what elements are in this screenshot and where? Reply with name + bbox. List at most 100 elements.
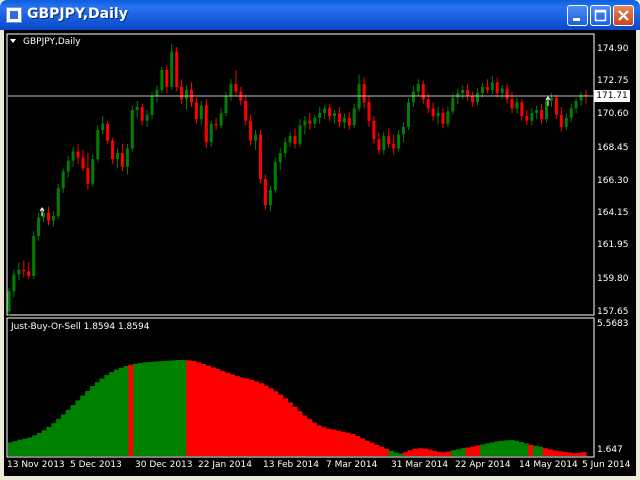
candle xyxy=(303,116,307,135)
candle-body xyxy=(155,90,159,97)
candle xyxy=(7,288,11,316)
candle-body xyxy=(288,136,292,143)
candle-body xyxy=(135,106,139,110)
candle xyxy=(293,128,297,149)
indicator-bar xyxy=(470,446,476,456)
price-tick-label: 164.15 xyxy=(597,208,629,218)
candle-body xyxy=(333,113,336,117)
candle-body xyxy=(199,105,203,120)
candle-body xyxy=(471,96,475,103)
candle xyxy=(495,77,499,98)
indicator-bar xyxy=(369,442,375,456)
candle xyxy=(540,103,544,124)
candle-body xyxy=(86,168,90,184)
candle xyxy=(510,91,514,114)
indicator-bar xyxy=(85,390,91,456)
candle xyxy=(130,105,134,152)
candle xyxy=(333,110,336,124)
indicator-bar xyxy=(321,427,327,456)
candle xyxy=(574,97,578,114)
indicator-bar xyxy=(51,423,57,456)
candle xyxy=(71,146,75,167)
candle-body xyxy=(293,136,297,144)
candle xyxy=(56,183,60,220)
candle xyxy=(204,99,208,149)
chart-menu-icon[interactable] xyxy=(10,39,16,43)
indicator-bar xyxy=(581,452,587,456)
indicator-bar xyxy=(253,381,260,456)
candle xyxy=(559,106,563,132)
main-chart-frame xyxy=(6,33,595,316)
candle-body xyxy=(564,117,568,127)
indicator-bar xyxy=(219,371,226,456)
indicator-bar xyxy=(571,453,577,456)
candle-body xyxy=(175,51,179,87)
price-tick-label: 166.30 xyxy=(597,176,629,186)
indicator-bar xyxy=(41,430,48,456)
candle xyxy=(579,91,583,106)
candle-body xyxy=(61,171,65,189)
candle xyxy=(155,85,159,103)
candle-body xyxy=(337,113,341,123)
indicator-bar xyxy=(287,402,293,456)
indicator-bar xyxy=(22,438,28,456)
candle-body xyxy=(559,114,563,127)
candle-body xyxy=(574,100,578,109)
candle-body xyxy=(268,189,272,206)
candle-body xyxy=(377,139,381,150)
candle xyxy=(254,130,258,150)
indicator-bar xyxy=(441,452,447,456)
candle xyxy=(372,116,376,144)
indicator-bar xyxy=(561,451,568,456)
candle-body xyxy=(298,125,302,144)
candle-body xyxy=(76,151,80,158)
indicator-bar xyxy=(75,400,81,456)
candle xyxy=(397,130,401,152)
candle-body xyxy=(352,108,356,126)
indicator-bar xyxy=(195,362,202,456)
candle xyxy=(165,65,169,94)
candle xyxy=(135,100,139,118)
indicator-bar xyxy=(46,426,52,456)
candle xyxy=(76,143,80,164)
candle xyxy=(190,82,193,107)
indicator-bar xyxy=(576,452,582,456)
candle xyxy=(27,262,31,279)
candle xyxy=(96,125,100,163)
candle-body xyxy=(550,97,553,101)
candle-body xyxy=(263,179,267,206)
candle-body xyxy=(101,123,105,130)
indicator-bar xyxy=(186,360,192,456)
candle xyxy=(249,114,253,146)
indicator-bar xyxy=(306,419,313,456)
candle xyxy=(535,105,539,120)
indicator-bar xyxy=(229,374,235,456)
candle xyxy=(554,94,558,120)
date-tick-label: 7 Mar 2014 xyxy=(326,460,378,470)
candle xyxy=(530,108,534,126)
indicator-bar xyxy=(128,364,134,456)
candle-body xyxy=(328,108,332,117)
indicator-bar xyxy=(451,450,457,456)
indicator-bar xyxy=(484,443,491,456)
indicator-bar xyxy=(277,394,284,456)
chart-canvas[interactable] xyxy=(0,0,640,480)
indicator-bar xyxy=(316,425,322,456)
indicator-bar xyxy=(359,438,366,456)
candle xyxy=(194,97,198,124)
candle-body xyxy=(456,93,460,98)
candle-body xyxy=(387,136,391,144)
indicator-bar xyxy=(407,450,414,456)
price-tick-label: 168.45 xyxy=(597,143,629,153)
candle xyxy=(259,130,262,184)
candle xyxy=(446,106,450,127)
candle xyxy=(392,134,396,155)
indicator-bar xyxy=(147,362,154,456)
candle xyxy=(416,79,420,97)
indicator-bar xyxy=(99,378,105,456)
candle-body xyxy=(416,83,420,92)
candle xyxy=(485,79,489,94)
indicator-label: Just-Buy-Or-Sell 1.8594 1.8594 xyxy=(11,322,150,332)
indicator-bar xyxy=(489,442,496,456)
candle-body xyxy=(185,90,188,100)
